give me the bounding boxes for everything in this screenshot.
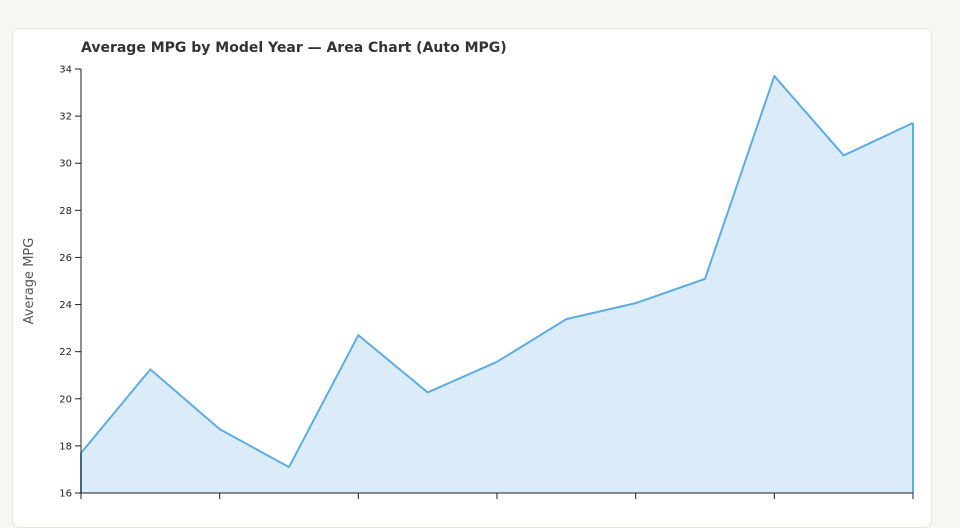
y-tick-label: 22 <box>59 347 72 358</box>
plot-area: 1618202224262830323470727476788082 <box>59 65 914 500</box>
y-axis-label: Average MPG <box>22 238 37 325</box>
y-tick-label: 24 <box>59 300 72 311</box>
area-fill <box>81 76 913 494</box>
y-tick-label: 34 <box>59 65 72 76</box>
area-chart: Average MPG by Model Year — Area Chart (… <box>22 40 914 500</box>
y-tick-label: 28 <box>59 206 72 217</box>
y-tick-label: 30 <box>59 159 72 170</box>
y-tick-label: 20 <box>59 394 72 405</box>
y-tick-label: 26 <box>59 253 72 264</box>
chart-title: Average MPG by Model Year — Area Chart (… <box>81 40 507 56</box>
y-tick-label: 16 <box>59 489 72 500</box>
y-tick-label: 18 <box>59 441 72 452</box>
y-tick-label: 32 <box>59 112 72 123</box>
